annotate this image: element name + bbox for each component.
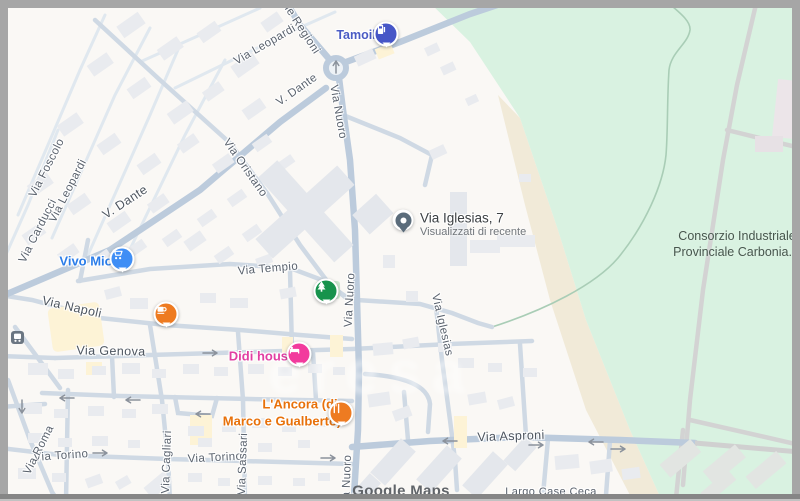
street-label-via-genova: Via Genova xyxy=(76,343,146,359)
shopping-cart-icon xyxy=(112,249,123,260)
recent-place-pin[interactable] xyxy=(392,209,414,233)
gas-station-marker[interactable] xyxy=(373,21,399,48)
map-screenshot: eresa le Regioni V. Dante Via Leopardi V… xyxy=(0,0,800,501)
recent-place-subtitle: Visualizzati di recente xyxy=(420,226,527,238)
park-marker[interactable] xyxy=(313,278,339,305)
poi-label-tamoil[interactable]: Tamoil xyxy=(336,28,375,42)
coffee-cup-icon xyxy=(157,306,167,314)
recent-place-title[interactable]: Via Iglesias, 7 xyxy=(420,211,504,226)
street-label-via-cagliari: Via Cagliari xyxy=(159,430,175,494)
area-label-line1: Consorzio Industriale xyxy=(678,229,796,243)
cafe-marker[interactable] xyxy=(153,301,179,328)
recent-pin-inner xyxy=(395,212,411,228)
gas-pump-icon xyxy=(377,24,386,34)
tree-icon xyxy=(317,281,326,292)
shopping-marker[interactable] xyxy=(109,246,135,273)
street-label-via-sassari: Via Sassari xyxy=(235,432,251,496)
map-canvas[interactable]: eresa le Regioni V. Dante Via Leopardi V… xyxy=(0,0,800,501)
poi-label-didi-house[interactable]: Didi house xyxy=(229,349,295,364)
poi-label-ancora-line2[interactable]: Marco e Gualberto) xyxy=(223,414,341,429)
poi-label-ancora-line1[interactable]: L'Ancora (di xyxy=(262,397,337,412)
google-maps-attribution: Google Maps xyxy=(352,482,450,500)
poi-label-vivo-mio[interactable]: Vivo Mio xyxy=(59,254,112,269)
bus-stop-icon[interactable] xyxy=(11,331,24,344)
street-label-via-asproni: Via Asproni xyxy=(477,427,545,445)
street-label-largo-case-ceca: Largo Case Ceca xyxy=(505,486,597,498)
bed-icon xyxy=(289,346,300,354)
lodging-marker[interactable] xyxy=(286,341,312,368)
area-label-line2: Provinciale Carbonia... xyxy=(673,245,799,259)
restaurant-marker[interactable] xyxy=(328,400,354,427)
fork-knife-icon xyxy=(332,403,340,414)
